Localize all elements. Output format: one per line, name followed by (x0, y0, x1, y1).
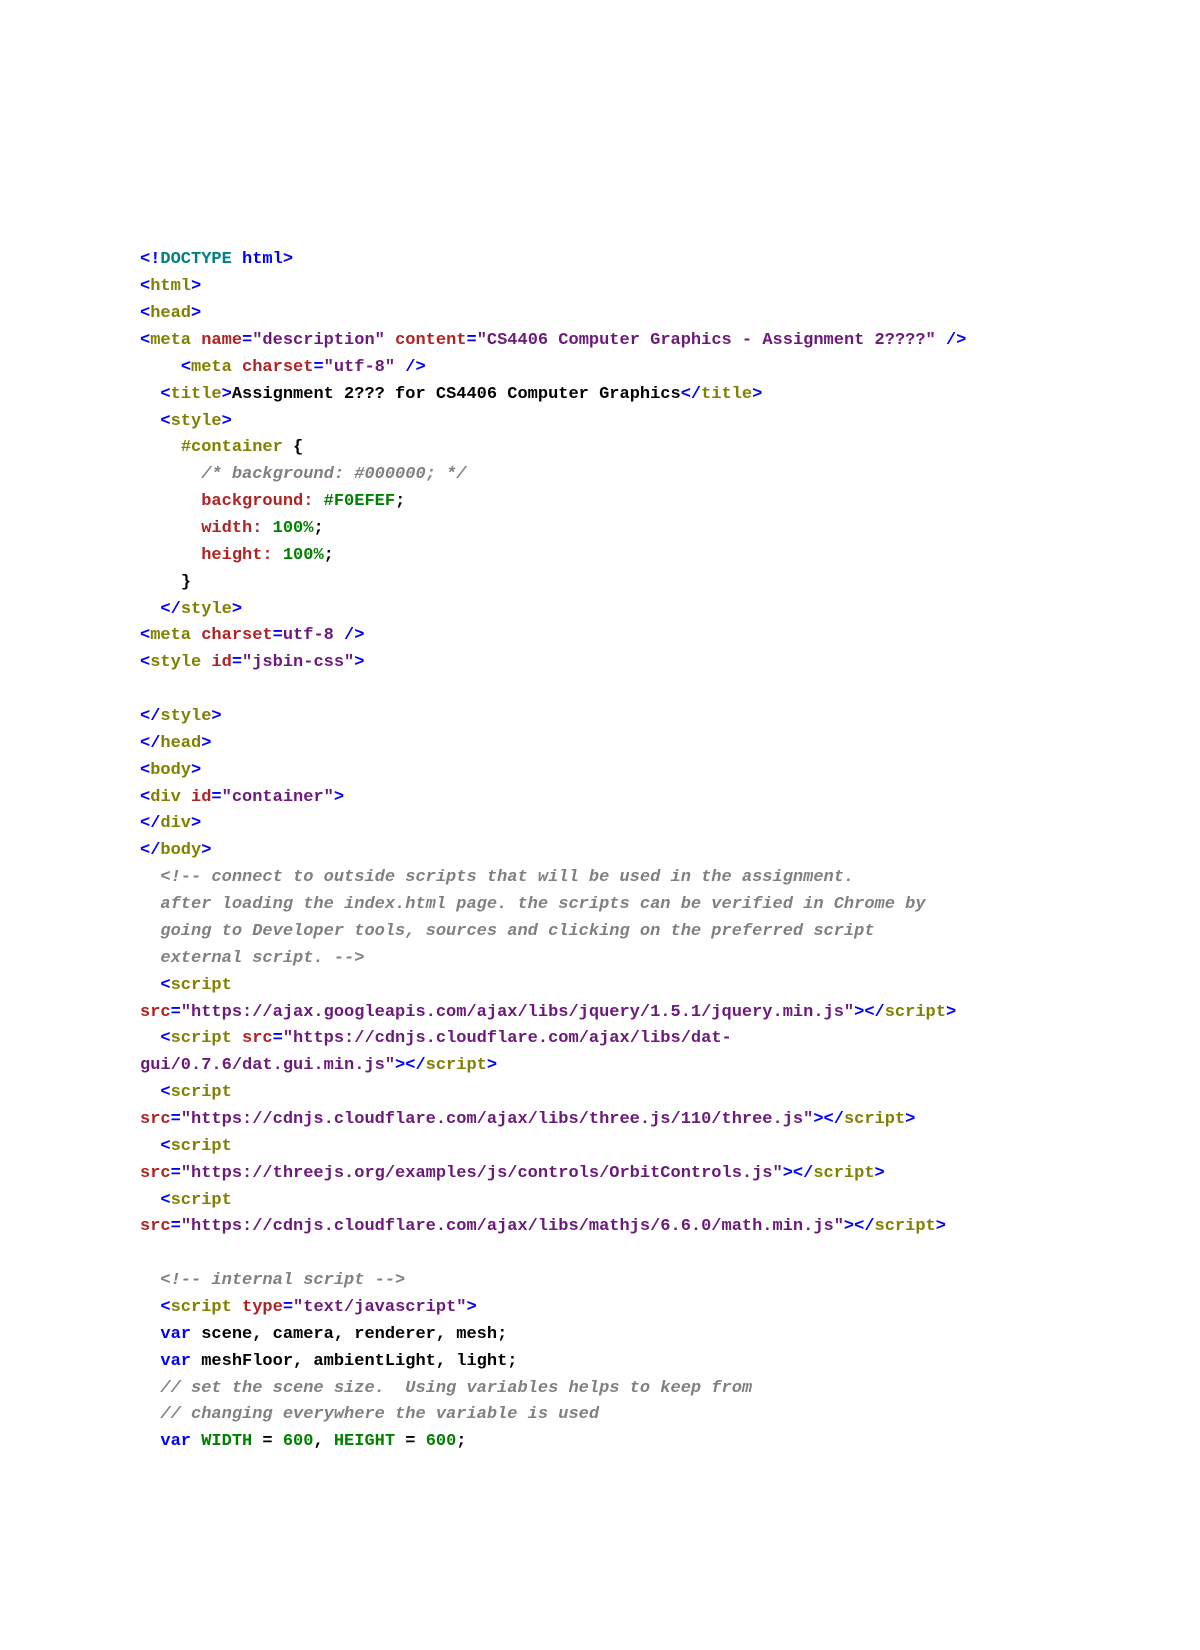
code-line: } (140, 573, 191, 592)
code-line: var meshFloor, ambientLight, light; (140, 1352, 517, 1371)
code-line: </style> (140, 600, 242, 619)
code-line: gui/0.7.6/dat.gui.min.js"></script> (140, 1056, 497, 1075)
code-line: <script (140, 1191, 232, 1210)
code-line: </style> (140, 707, 222, 726)
code-line: var scene, camera, renderer, mesh; (140, 1325, 507, 1344)
code-line: src="https://ajax.googleapis.com/ajax/li… (140, 1003, 956, 1022)
code-line: </body> (140, 841, 211, 860)
code-line: // changing everywhere the variable is u… (140, 1405, 599, 1424)
code-line: background: #F0EFEF; (140, 492, 405, 511)
code-line: // set the scene size. Using variables h… (140, 1379, 752, 1398)
code-line: <style> (140, 412, 232, 431)
code-line: <script (140, 976, 232, 995)
code-line: <title>Assignment 2??? for CS4406 Comput… (140, 385, 762, 404)
code-line: <!-- internal script --> (140, 1271, 405, 1290)
code-line: after loading the index.html page. the s… (140, 895, 926, 914)
code-line: var WIDTH = 600, HEIGHT = 600; (140, 1432, 467, 1451)
code-line: src="https://cdnjs.cloudflare.com/ajax/l… (140, 1217, 946, 1236)
code-line: <meta charset="utf-8" /> (140, 358, 426, 377)
code-line: <meta charset=utf-8 /> (140, 626, 364, 645)
code-line: <script type="text/javascript"> (140, 1298, 477, 1317)
code-line: height: 100%; (140, 546, 334, 565)
code-line: <body> (140, 761, 201, 780)
code-line: <!-- connect to outside scripts that wil… (140, 868, 854, 887)
code-line: <script (140, 1083, 232, 1102)
code-line: going to Developer tools, sources and cl… (140, 922, 875, 941)
code-line: src="https://cdnjs.cloudflare.com/ajax/l… (140, 1110, 915, 1129)
code-line: </head> (140, 734, 211, 753)
code-line: src="https://threejs.org/examples/js/con… (140, 1164, 885, 1183)
code-line: <html> (140, 277, 201, 296)
code-line: width: 100%; (140, 519, 324, 538)
code-line: /* background: #000000; */ (140, 465, 466, 484)
code-line: <!DOCTYPE html> (140, 250, 293, 269)
code-line: external script. --> (140, 949, 364, 968)
code-line: <div id="container"> (140, 788, 344, 807)
code-line: #container { (140, 438, 303, 457)
code-line: </div> (140, 814, 201, 833)
code-line: <style id="jsbin-css"> (140, 653, 364, 672)
code-line: <head> (140, 304, 201, 323)
code-document: <!DOCTYPE html> <html> <head> <meta name… (140, 247, 1060, 1456)
code-line: <script src="https://cdnjs.cloudflare.co… (140, 1029, 732, 1048)
code-line: <script (140, 1137, 232, 1156)
code-line: <meta name="description" content="CS4406… (140, 331, 966, 350)
